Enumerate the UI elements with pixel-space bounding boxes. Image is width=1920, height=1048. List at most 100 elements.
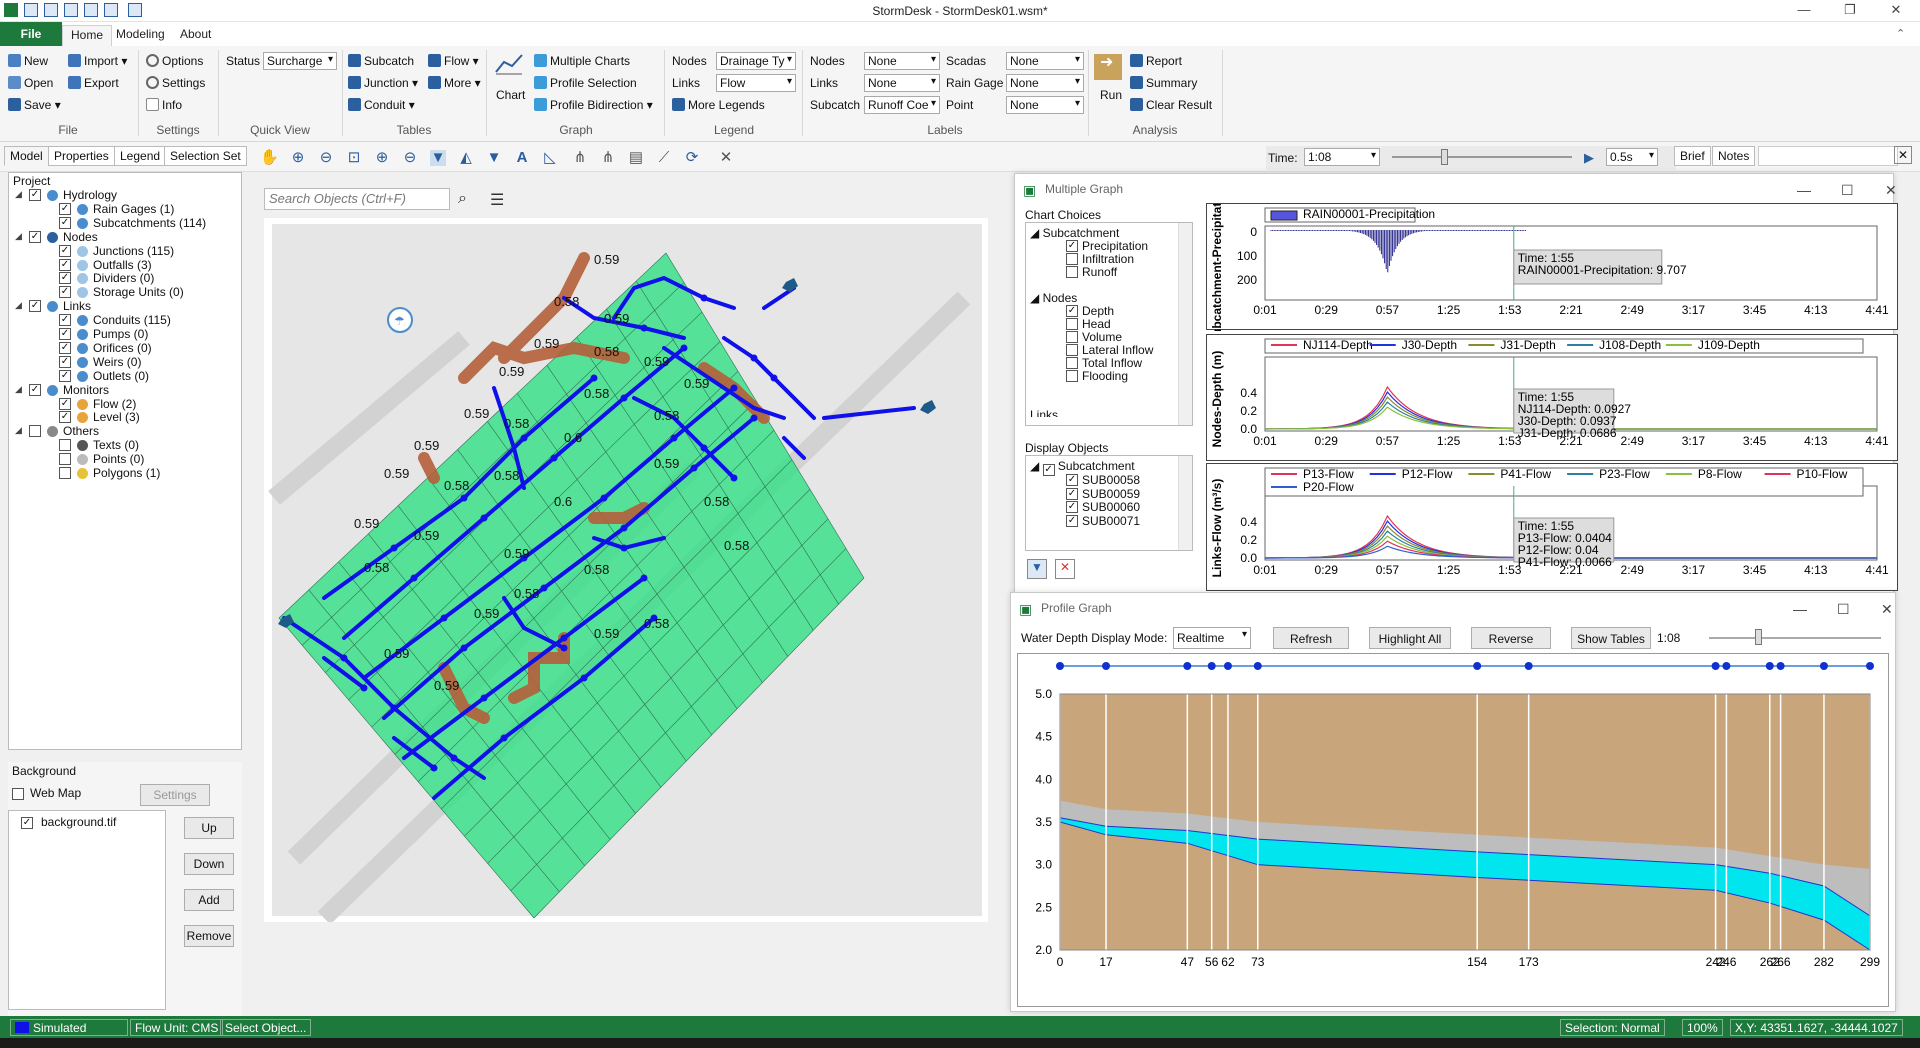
text-tool-icon[interactable]: A bbox=[514, 150, 530, 166]
junction-node[interactable] bbox=[460, 494, 468, 502]
choice-checkbox[interactable] bbox=[1066, 266, 1078, 278]
tree-checkbox[interactable]: ✓ bbox=[59, 314, 71, 327]
more-legends-button[interactable]: More Legends bbox=[672, 96, 765, 114]
junction-node[interactable] bbox=[580, 674, 588, 682]
tree-checkbox[interactable]: ✓ bbox=[59, 286, 71, 299]
minimize-icon[interactable]: — bbox=[1797, 182, 1811, 198]
labels-point-dropdown[interactable]: None bbox=[1006, 96, 1084, 114]
tree-checkbox[interactable]: ✓ bbox=[59, 216, 71, 229]
junction-node[interactable] bbox=[680, 344, 688, 352]
junction-node[interactable] bbox=[640, 324, 648, 332]
junction-node[interactable] bbox=[620, 524, 628, 532]
profile-node[interactable] bbox=[1102, 662, 1111, 670]
info-button[interactable]: Info bbox=[146, 96, 182, 114]
zoom-previous-icon[interactable]: ⊕ bbox=[374, 150, 390, 166]
tree-checkbox[interactable] bbox=[29, 425, 41, 438]
choice-checkbox[interactable] bbox=[1066, 331, 1078, 343]
scrollbar[interactable] bbox=[1178, 223, 1192, 425]
tree-checkbox[interactable]: ✓ bbox=[29, 383, 41, 396]
new-button[interactable]: New bbox=[8, 52, 48, 70]
junction-node[interactable] bbox=[390, 704, 398, 712]
web-map-checkbox[interactable] bbox=[12, 788, 24, 800]
scrollbar[interactable] bbox=[1178, 456, 1192, 550]
subcatch-table-button[interactable]: Subcatch bbox=[348, 52, 414, 70]
add-button[interactable]: Add bbox=[184, 889, 234, 911]
choice-checkbox[interactable] bbox=[1066, 344, 1078, 356]
profile-chart[interactable]: 2.0 2.5 3.0 3.5 4.0 4.5 5.0 0 17 47 56 62 73 154 173 24… bbox=[1017, 653, 1889, 1007]
more-tables-button[interactable]: More ▾ bbox=[428, 74, 481, 92]
options-button[interactable]: Options bbox=[146, 52, 203, 70]
tree-checkbox[interactable]: ✓ bbox=[29, 189, 41, 201]
minimize-icon[interactable]: — bbox=[1793, 601, 1807, 617]
tree-checkbox[interactable]: ✓ bbox=[59, 397, 71, 410]
mode-dropdown[interactable]: Realtime bbox=[1173, 627, 1251, 649]
choice-checkbox[interactable]: ✓ bbox=[1066, 240, 1078, 252]
profile-node[interactable] bbox=[1776, 662, 1785, 670]
minimize-icon[interactable]: — bbox=[1784, 2, 1824, 20]
maximize-icon[interactable]: ❐ bbox=[1830, 2, 1870, 20]
speed-dropdown[interactable]: 0.5s bbox=[1606, 148, 1658, 166]
close-icon[interactable]: ✕ bbox=[1881, 601, 1893, 618]
tab-notes[interactable]: Notes bbox=[1712, 146, 1756, 166]
chart-tool-icon[interactable]: ⟋ bbox=[656, 150, 672, 166]
choice-checkbox[interactable] bbox=[1066, 318, 1078, 330]
delete-icon[interactable]: ✕ bbox=[1055, 559, 1075, 579]
network-icon[interactable]: ⋔ bbox=[572, 150, 588, 166]
labels-subcatch-dropdown[interactable]: Runoff Coe bbox=[864, 96, 940, 114]
object-checkbox[interactable]: ✓ bbox=[1066, 514, 1078, 527]
cancel-tool-icon[interactable]: ✕ bbox=[718, 150, 734, 166]
object-label[interactable]: SUB00071 bbox=[1082, 513, 1140, 529]
time-slider-track[interactable] bbox=[1392, 156, 1572, 158]
tree-checkbox[interactable]: ✓ bbox=[29, 300, 41, 313]
selection-mode-status[interactable]: Selection: Normal bbox=[1560, 1019, 1665, 1036]
legend-nodes-dropdown[interactable]: Drainage Ty bbox=[716, 52, 796, 70]
tree-checkbox[interactable] bbox=[59, 467, 71, 479]
junction-node[interactable] bbox=[430, 764, 438, 772]
tree-checkbox[interactable]: ✓ bbox=[59, 369, 71, 382]
profile-node[interactable] bbox=[1711, 662, 1720, 670]
expand-icon[interactable]: ◢ bbox=[15, 231, 22, 242]
zoom-in-icon[interactable]: ⊕ bbox=[290, 150, 306, 166]
profile-node[interactable] bbox=[1253, 662, 1262, 670]
profile-selection-button[interactable]: Profile Selection bbox=[534, 74, 637, 92]
junction-node[interactable] bbox=[560, 644, 568, 652]
run-icon[interactable]: ➜ bbox=[1094, 54, 1122, 80]
junction-node[interactable] bbox=[480, 514, 488, 522]
junction-node[interactable] bbox=[560, 634, 568, 642]
clear-result-button[interactable]: Clear Result bbox=[1130, 96, 1212, 114]
junction-node[interactable] bbox=[440, 614, 448, 622]
labels-scadas-dropdown[interactable]: None bbox=[1006, 52, 1084, 70]
junction-node[interactable] bbox=[590, 374, 598, 382]
junction-node[interactable] bbox=[550, 454, 558, 462]
tree-checkbox[interactable]: ✓ bbox=[59, 272, 71, 285]
tree-checkbox[interactable]: ✓ bbox=[29, 230, 41, 243]
junction-node[interactable] bbox=[600, 494, 608, 502]
menu-file[interactable]: File bbox=[0, 22, 62, 46]
status-dropdown[interactable]: Surcharge bbox=[263, 52, 337, 70]
tab-legend[interactable]: Legend bbox=[114, 146, 167, 166]
labels-nodes-dropdown[interactable]: None bbox=[864, 52, 940, 70]
profile-node[interactable] bbox=[1473, 662, 1482, 670]
profile-slider-track[interactable] bbox=[1709, 637, 1881, 639]
conduit-table-button[interactable]: Conduit ▾ bbox=[348, 96, 415, 114]
junction-node[interactable] bbox=[700, 444, 708, 452]
junction-node[interactable] bbox=[450, 754, 458, 762]
profile-slider-thumb[interactable] bbox=[1755, 629, 1763, 645]
choice-label[interactable]: Flooding bbox=[1082, 368, 1128, 384]
profile-node[interactable] bbox=[1183, 662, 1192, 670]
tree-item-label[interactable]: Storage Units (0) bbox=[93, 284, 184, 300]
link-flow-chart[interactable]: Links-Flow (m³/s) 0:01 0:29 0:57 1:25 1:53 2:2… bbox=[1206, 463, 1898, 591]
junction-node[interactable] bbox=[670, 434, 678, 442]
profile-node[interactable] bbox=[1765, 662, 1774, 670]
junction-node[interactable] bbox=[750, 354, 758, 362]
close-icon[interactable]: ✕ bbox=[1885, 182, 1897, 199]
multiple-charts-button[interactable]: Multiple Charts bbox=[534, 52, 630, 70]
legend-links-dropdown[interactable]: Flow bbox=[716, 74, 796, 92]
expand-icon[interactable]: ◢ bbox=[15, 300, 22, 311]
junction-node[interactable] bbox=[690, 464, 698, 472]
expand-icon[interactable]: ◢ bbox=[15, 425, 22, 436]
background-file-checkbox[interactable]: ✓ bbox=[21, 817, 33, 829]
time-slider-thumb[interactable] bbox=[1440, 149, 1448, 165]
play-icon[interactable]: ▶ bbox=[1584, 150, 1598, 165]
node-depth-chart[interactable]: Nodes-Depth (m) 0:01 0:29 0:57 1:25 1:53 2:21 2… bbox=[1206, 334, 1898, 461]
